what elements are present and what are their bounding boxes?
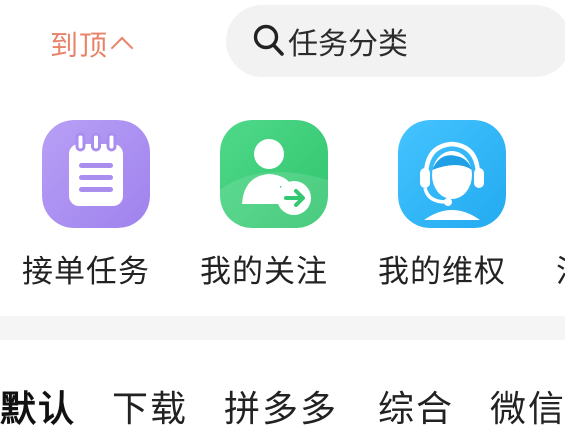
tab-pinduoduo[interactable]: 拼多多: [224, 380, 338, 432]
shortcut-grid: 接单任务 我的关注 我的维权: [0, 112, 565, 302]
top-bar: 到顶 任务分类: [0, 0, 565, 90]
tab-download[interactable]: 下载: [112, 380, 188, 432]
tab-wechat[interactable]: 微信: [490, 380, 565, 432]
shortcut-label: 活: [556, 246, 565, 291]
shortcut-partial[interactable]: 活: [556, 112, 565, 302]
shortcut-label: 我的维权: [378, 254, 506, 290]
shortcut-accept-tasks[interactable]: 接单任务: [22, 112, 182, 302]
shortcut-my-follows[interactable]: 我的关注: [200, 112, 360, 302]
category-tabs: 默认 下载 拼多多 综合 微信: [0, 370, 565, 438]
back-to-top-button[interactable]: 到顶: [50, 24, 134, 64]
tab-default[interactable]: 默认: [0, 380, 76, 432]
section-divider: [0, 316, 565, 340]
chevron-up-icon: [110, 36, 134, 60]
person-follow-icon: [220, 120, 328, 228]
tab-comprehensive[interactable]: 综合: [378, 380, 454, 432]
customer-service-icon: [398, 120, 506, 228]
shortcut-my-rights[interactable]: 我的维权: [378, 112, 538, 302]
notepad-icon: [42, 120, 150, 228]
search-icon: [252, 23, 286, 59]
shortcut-label: 我的关注: [200, 254, 328, 290]
search-placeholder: 任务分类: [288, 27, 408, 62]
shortcut-label: 接单任务: [22, 254, 150, 290]
back-to-top-label: 到顶: [50, 29, 109, 62]
search-input[interactable]: 任务分类: [226, 5, 565, 77]
